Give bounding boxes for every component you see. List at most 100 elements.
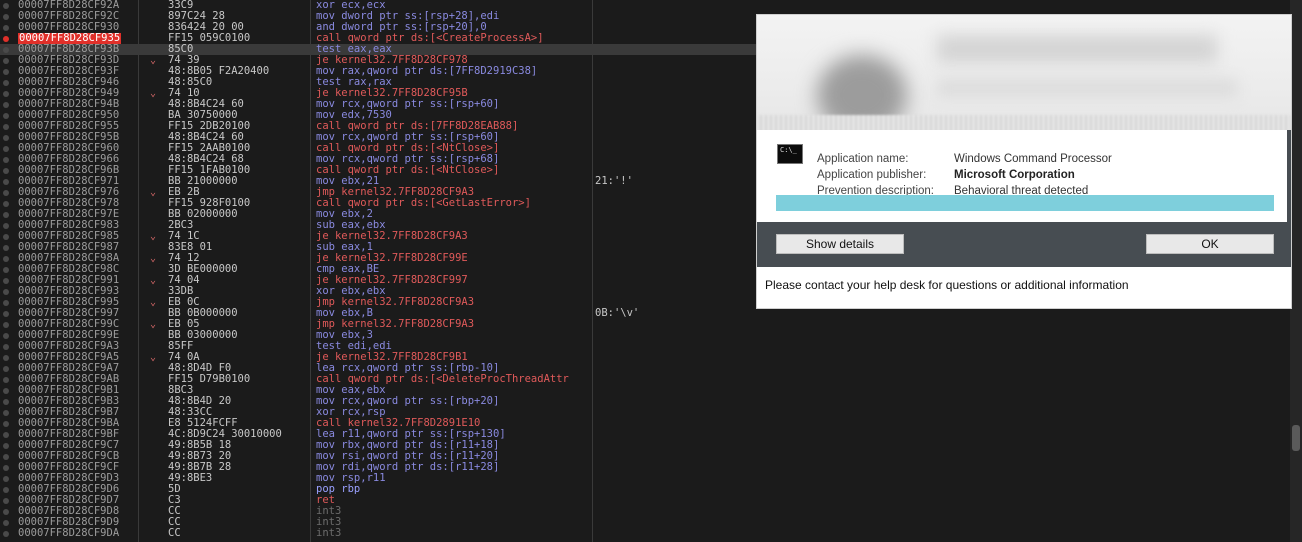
instruction: je kernel32.7FF8D28CF99E — [316, 253, 468, 264]
breakpoint-slot-icon[interactable] — [3, 212, 9, 218]
instruction: mov rax,qword ptr ds:[7FF8D2919C38] — [316, 66, 538, 77]
instruction: sub eax,ebx — [316, 220, 386, 231]
breakpoint-slot-icon[interactable] — [3, 476, 9, 482]
breakpoint-slot-icon[interactable] — [3, 80, 9, 86]
instruction: call qword ptr ds:[<GetLastError>] — [316, 198, 531, 209]
breakpoint-slot-icon[interactable] — [3, 146, 9, 152]
instruction: int3 — [316, 517, 342, 528]
jump-arrow-icon: ⌄ — [150, 275, 157, 286]
breakpoint-slot-icon[interactable] — [3, 344, 9, 350]
breakpoint-slot-icon[interactable] — [3, 135, 9, 141]
disasm-row[interactable]: 00007FF8D28CF99E BB 03000000 mov ebx,3 — [0, 330, 1290, 341]
instruction: jmp kernel32.7FF8D28CF9A3 — [316, 319, 475, 330]
breakpoint-slot-icon[interactable] — [3, 509, 9, 515]
disasm-row[interactable]: 00007FF8D28CF9D6 5D pop rbp — [0, 484, 1290, 495]
breakpoint-slot-icon[interactable] — [3, 465, 9, 471]
breakpoint-slot-icon[interactable] — [3, 168, 9, 174]
instruction: mov edx,7530 — [316, 110, 392, 121]
instruction: lea r11,qword ptr ss:[rsp+130] — [316, 429, 506, 440]
breakpoint-slot-icon[interactable] — [3, 377, 9, 383]
column-separator — [138, 0, 139, 542]
breakpoint-slot-icon[interactable] — [3, 399, 9, 405]
breakpoint-slot-icon[interactable] — [3, 190, 9, 196]
disasm-row[interactable]: 00007FF8D28CF9DA CC int3 — [0, 528, 1290, 539]
comment: 21:'!' — [595, 175, 633, 187]
breakpoint-slot-icon[interactable] — [3, 113, 9, 119]
breakpoint-slot-icon[interactable] — [3, 333, 9, 339]
breakpoint-slot-icon[interactable] — [3, 201, 9, 207]
instruction: lea rcx,qword ptr ss:[rbp-10] — [316, 363, 500, 374]
breakpoint-slot-icon[interactable] — [3, 267, 9, 273]
jump-arrow-icon: ⌄ — [150, 253, 157, 264]
instruction: je kernel32.7FF8D28CF9B1 — [316, 352, 468, 363]
address: 00007FF8D28CF9DA — [18, 527, 120, 539]
breakpoint-slot-icon[interactable] — [3, 58, 9, 64]
breakpoint-slot-icon[interactable] — [3, 487, 9, 493]
breakpoint-slot-icon[interactable] — [3, 256, 9, 262]
instruction: pop rbp — [316, 484, 361, 495]
breakpoint-slot-icon[interactable] — [3, 421, 9, 427]
instruction: jmp kernel32.7FF8D28CF9A3 — [316, 297, 475, 308]
show-details-button[interactable]: Show details — [776, 234, 904, 254]
breakpoint-slot-icon[interactable] — [3, 14, 9, 20]
breakpoint-slot-icon[interactable] — [3, 47, 9, 53]
breakpoint-slot-icon[interactable] — [3, 300, 9, 306]
vertical-scrollbar[interactable] — [1290, 0, 1302, 542]
breakpoint-slot-icon[interactable] — [3, 102, 9, 108]
app-publisher-value: Microsoft Corporation — [954, 169, 1075, 181]
instruction: mov ebx,2 — [316, 209, 373, 220]
disasm-row[interactable]: 00007FF8D28CF9D8 CC int3 — [0, 506, 1290, 517]
app-publisher-label: Application publisher: — [817, 169, 927, 181]
breakpoint-slot-icon[interactable] — [3, 454, 9, 460]
breakpoint-slot-icon[interactable] — [3, 223, 9, 229]
breakpoint-icon[interactable] — [3, 36, 9, 42]
ok-button[interactable]: OK — [1146, 234, 1274, 254]
breakpoint-slot-icon[interactable] — [3, 3, 9, 9]
instruction: mov rsi,qword ptr ds:[r11+20] — [316, 451, 500, 462]
jump-arrow-icon: ⌄ — [150, 88, 157, 99]
breakpoint-slot-icon[interactable] — [3, 157, 9, 163]
instruction: sub eax,1 — [316, 242, 373, 253]
breakpoint-slot-icon[interactable] — [3, 443, 9, 449]
breakpoint-slot-icon[interactable] — [3, 410, 9, 416]
progress-bar — [776, 195, 1274, 211]
jump-arrow-icon: ⌄ — [150, 55, 157, 66]
breakpoint-slot-icon[interactable] — [3, 69, 9, 75]
instruction: int3 — [316, 528, 342, 539]
breakpoint-slot-icon[interactable] — [3, 498, 9, 504]
breakpoint-slot-icon[interactable] — [3, 245, 9, 251]
breakpoint-slot-icon[interactable] — [3, 388, 9, 394]
instruction: test edi,edi — [316, 341, 392, 352]
breakpoint-slot-icon[interactable] — [3, 322, 9, 328]
breakpoint-slot-icon[interactable] — [3, 432, 9, 438]
jump-arrow-icon: ⌄ — [150, 319, 157, 330]
breakpoint-slot-icon[interactable] — [3, 179, 9, 185]
instruction: je kernel32.7FF8D28CF997 — [316, 275, 468, 286]
column-separator — [592, 0, 593, 542]
breakpoint-slot-icon[interactable] — [3, 355, 9, 361]
disasm-row[interactable]: 00007FF8D28CF9AB FF15 D79B0100 call qword … — [0, 374, 1290, 385]
instruction: xor ebx,ebx — [316, 286, 386, 297]
breakpoint-slot-icon[interactable] — [3, 289, 9, 295]
disasm-row[interactable]: 00007FF8D28CF9D9 CC int3 — [0, 517, 1290, 528]
disasm-row[interactable]: 00007FF8D28CF9D7 C3 ret — [0, 495, 1290, 506]
breakpoint-slot-icon[interactable] — [3, 124, 9, 130]
breakpoint-slot-icon[interactable] — [3, 234, 9, 240]
breakpoint-slot-icon[interactable] — [3, 531, 9, 537]
breakpoint-slot-icon[interactable] — [3, 311, 9, 317]
breakpoint-slot-icon[interactable] — [3, 366, 9, 372]
instruction: je kernel32.7FF8D28CF95B — [316, 88, 468, 99]
instruction: mov eax,ebx — [316, 385, 386, 396]
breakpoint-slot-icon[interactable] — [3, 278, 9, 284]
instruction: mov dword ptr ss:[rsp+28],edi — [316, 11, 500, 22]
scrollbar-thumb[interactable] — [1292, 425, 1300, 451]
breakpoint-slot-icon[interactable] — [3, 91, 9, 97]
instruction: mov rdi,qword ptr ds:[r11+28] — [316, 462, 500, 473]
instruction: call qword ptr ds:[<NtClose>] — [316, 165, 500, 176]
instruction: je kernel32.7FF8D28CF9A3 — [316, 231, 468, 242]
disasm-row[interactable]: 00007FF8D28CF9D3 49:8BE3 mov rsp,r11 — [0, 473, 1290, 484]
breakpoint-slot-icon[interactable] — [3, 520, 9, 526]
jump-arrow-icon: ⌄ — [150, 231, 157, 242]
instruction: call qword ptr ds:[<DeleteProcThreadAttr — [316, 374, 569, 385]
breakpoint-slot-icon[interactable] — [3, 25, 9, 31]
